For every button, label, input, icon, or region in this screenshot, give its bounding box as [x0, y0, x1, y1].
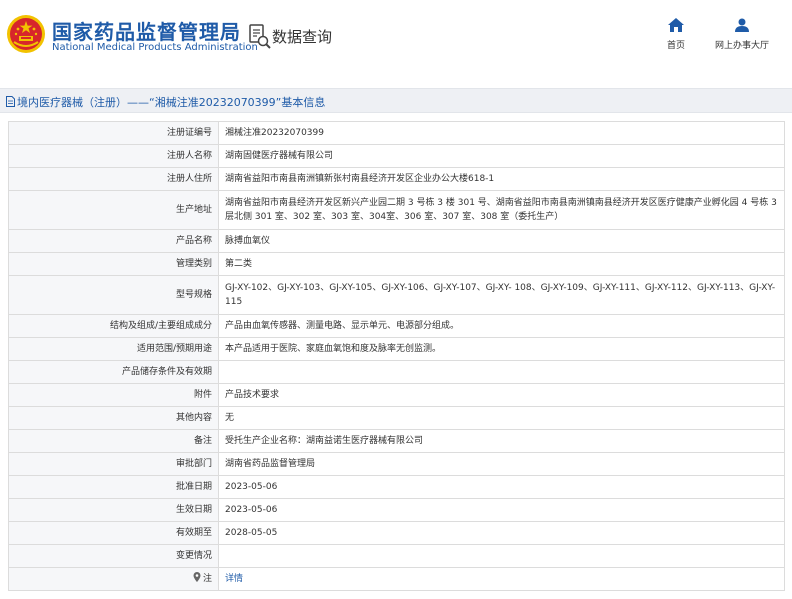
table-row: 产品名称 脉搏血氧仪	[8, 229, 785, 253]
record-title: 境内医疗器械（注册）——“湘械注准20232070399”基本信息	[17, 96, 326, 109]
nav-online-service-hall[interactable]: 网上办事大厅	[710, 18, 774, 51]
row-label: 管理类别	[8, 252, 219, 276]
row-label: 产品名称	[8, 229, 219, 253]
row-value: 无	[218, 406, 785, 430]
row-value: 湖南固健医疗器械有限公司	[218, 144, 785, 168]
row-value: 湖南省益阳市南县南洲镇新张村南县经济开发区企业办公大楼618-1	[218, 167, 785, 191]
table-row: 注 详情	[8, 567, 785, 591]
table-row: 产品储存条件及有效期	[8, 360, 785, 384]
row-label: 附件	[8, 383, 219, 407]
table-row: 其他内容 无	[8, 406, 785, 430]
record-title-bar: 境内医疗器械（注册）——“湘械注准20232070399”基本信息	[0, 88, 792, 113]
row-label: 产品储存条件及有效期	[8, 360, 219, 384]
row-value: 脉搏血氧仪	[218, 229, 785, 253]
row-label: 注册证编号	[8, 121, 219, 145]
table-row: 适用范围/预期用途 本产品适用于医院、家庭血氧饱和度及脉率无创监测。	[8, 337, 785, 361]
national-emblem-icon	[7, 15, 45, 53]
row-label: 审批部门	[8, 452, 219, 476]
table-row: 备注 受托生产企业名称：湖南益诺生医疗器械有限公司	[8, 429, 785, 453]
row-label: 适用范围/预期用途	[8, 337, 219, 361]
row-label: 生产地址	[8, 190, 219, 230]
home-icon	[668, 18, 684, 32]
basic-info-table: 注册证编号 湘械注准20232070399 注册人名称 湖南固健医疗器械有限公司…	[8, 121, 785, 591]
table-row: 有效期至 2028-05-05	[8, 521, 785, 545]
table-row: 生效日期 2023-05-06	[8, 498, 785, 522]
row-value: 湘械注准20232070399	[218, 121, 785, 145]
row-value	[218, 360, 785, 384]
row-value: 2023-05-06	[218, 475, 785, 499]
row-value	[218, 544, 785, 568]
brand-name-cn: 国家药品监督管理局	[52, 20, 241, 44]
row-value: 第二类	[218, 252, 785, 276]
table-row: 注册人住所 湖南省益阳市南县南洲镇新张村南县经济开发区企业办公大楼618-1	[8, 167, 785, 191]
data-query-icon	[249, 24, 271, 49]
row-label: 其他内容	[8, 406, 219, 430]
data-query-title: 数据查询	[272, 28, 333, 46]
row-value: GJ-XY-102、GJ-XY-103、GJ-XY-105、GJ-XY-106、…	[218, 275, 785, 315]
row-label-note: 注	[8, 567, 219, 591]
row-value: 本产品适用于医院、家庭血氧饱和度及脉率无创监测。	[218, 337, 785, 361]
table-row: 批准日期 2023-05-06	[8, 475, 785, 499]
row-value: 2028-05-05	[218, 521, 785, 545]
row-value: 湖南省药品监督管理局	[218, 452, 785, 476]
table-row: 注册人名称 湖南固健医疗器械有限公司	[8, 144, 785, 168]
row-value: 详情	[218, 567, 785, 591]
document-icon	[6, 96, 15, 107]
row-value: 湖南省益阳市南县经济开发区新兴产业园二期 3 号栋 3 楼 301 号、湖南省益…	[218, 190, 785, 230]
table-row: 注册证编号 湘械注准20232070399	[8, 121, 785, 145]
table-row: 生产地址 湖南省益阳市南县经济开发区新兴产业园二期 3 号栋 3 楼 301 号…	[8, 190, 785, 230]
row-label: 生效日期	[8, 498, 219, 522]
table-row: 审批部门 湖南省药品监督管理局	[8, 452, 785, 476]
row-label: 有效期至	[8, 521, 219, 545]
details-link[interactable]: 详情	[225, 574, 243, 584]
note-label: 注	[202, 574, 212, 584]
nav-online-service-hall-label: 网上办事大厅	[714, 41, 769, 51]
table-row: 变更情况	[8, 544, 785, 568]
table-row: 型号规格 GJ-XY-102、GJ-XY-103、GJ-XY-105、GJ-XY…	[8, 275, 785, 315]
row-label: 注册人名称	[8, 144, 219, 168]
row-value: 2023-05-06	[218, 498, 785, 522]
brand-name-en: National Medical Products Administration	[52, 42, 258, 53]
table-row: 附件 产品技术要求	[8, 383, 785, 407]
row-value: 产品技术要求	[218, 383, 785, 407]
row-label: 批准日期	[8, 475, 219, 499]
table-row: 结构及组成/主要组成成分 产品由血氧传感器、测量电路、显示单元、电源部分组成。	[8, 314, 785, 338]
pin-icon	[193, 572, 201, 582]
nav-home[interactable]: 首页	[662, 18, 690, 51]
row-label: 变更情况	[8, 544, 219, 568]
user-icon	[735, 18, 749, 32]
row-label: 注册人住所	[8, 167, 219, 191]
row-value: 受托生产企业名称：湖南益诺生医疗器械有限公司	[218, 429, 785, 453]
site-header: 国家药品监督管理局 National Medical Products Admi…	[0, 0, 792, 72]
table-row: 管理类别 第二类	[8, 252, 785, 276]
row-label: 结构及组成/主要组成成分	[8, 314, 219, 338]
row-value: 产品由血氧传感器、测量电路、显示单元、电源部分组成。	[218, 314, 785, 338]
row-label: 型号规格	[8, 275, 219, 315]
row-label: 备注	[8, 429, 219, 453]
nav-home-label: 首页	[666, 41, 685, 51]
